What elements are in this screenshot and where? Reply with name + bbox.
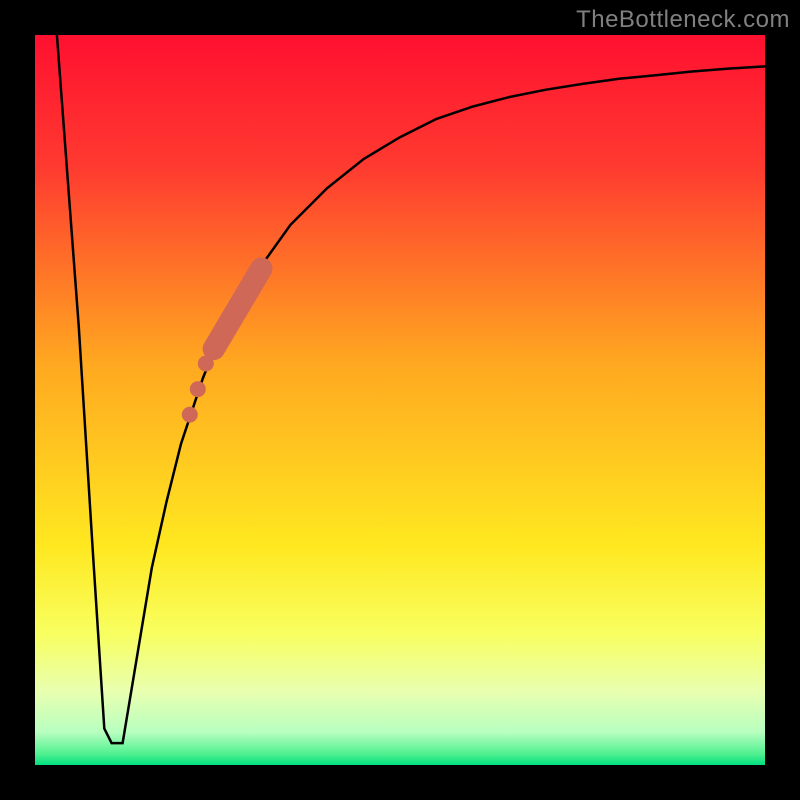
watermark-text: TheBottleneck.com xyxy=(576,6,790,34)
highlight-dot xyxy=(190,381,206,397)
chart-svg xyxy=(0,0,800,800)
highlight-dot xyxy=(198,356,214,372)
plot-area xyxy=(35,35,765,765)
chart-container: TheBottleneck.com xyxy=(0,0,800,800)
highlight-dot xyxy=(182,407,198,423)
